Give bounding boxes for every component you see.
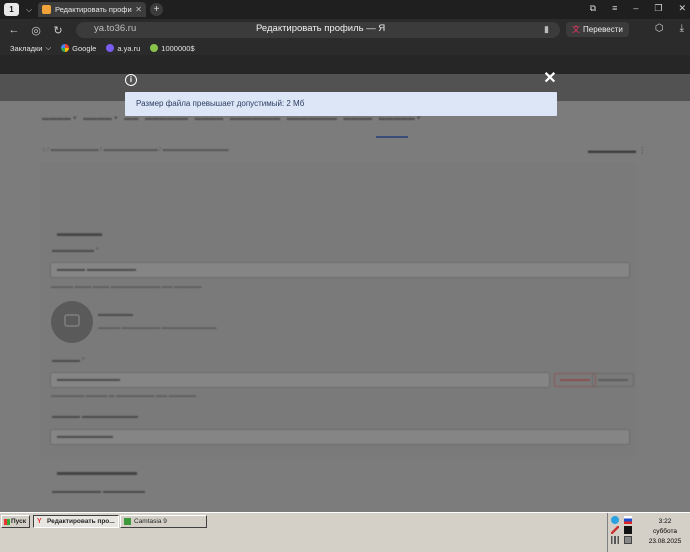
alert-message: Размер файла превышает допустимый: 2 Мб (136, 99, 305, 108)
windows-logo-icon (4, 518, 10, 525)
nickname-field-blurred[interactable]: ▬▬▬▬ ▬▬▬▬▬▬▬ (50, 262, 630, 278)
field-hint-blurred: ▬▬▬▬ ▬▬▬ ▬▬▬ ▬▬▬▬▬▬▬▬▬ ▬▬ ▬▬▬▬▬ (51, 284, 202, 290)
bookmark-icon[interactable]: ▮ (544, 24, 549, 35)
page-title-in-omnibox: Редактировать профиль — Я (256, 23, 386, 34)
preferences-heading-blurred: ▬▬▬▬▬▬▬▬ (57, 467, 137, 478)
bookmark-label: Закладки (10, 43, 43, 53)
task-label: Camtasia 9 (134, 518, 167, 525)
chevron-down-icon: ⌵ (45, 43, 52, 52)
back-arrow-icon[interactable]: ← (6, 24, 22, 36)
browser-tab-active[interactable]: Редактировать профи ✕ (38, 2, 146, 17)
translate-icon: 文 (572, 25, 580, 34)
bookmarks-menu[interactable]: Закладки ⌵ (10, 43, 51, 53)
close-icon[interactable]: ✕ (543, 71, 557, 87)
avatar-placeholder[interactable] (51, 301, 93, 343)
google-icon (61, 44, 70, 52)
section-heading-blurred: ▬▬▬▬▬ (57, 228, 102, 238)
language-flag-icon[interactable] (624, 516, 632, 524)
nav-active-underline (376, 136, 408, 138)
birthday-field-blurred[interactable]: ▬▬▬▬▬▬▬▬ (50, 429, 630, 445)
bookmark-money[interactable]: 1000000$ (150, 43, 195, 53)
tab-counter-button[interactable]: 1 (4, 3, 19, 16)
info-icon: i (125, 74, 137, 86)
gear-icon (150, 44, 159, 52)
tab-title: Редактировать профи (55, 5, 132, 14)
site-favicon-icon (42, 5, 51, 14)
tray-icons (611, 516, 635, 544)
extensions-icon[interactable]: ⬡ (655, 23, 664, 34)
alice-icon (106, 44, 115, 52)
terminal-icon[interactable] (624, 526, 632, 534)
bookmark-aya[interactable]: a.ya.ru (106, 44, 140, 53)
system-tray: 3:22 суббота 23.08.2025 (607, 513, 690, 552)
bookmark-label: a.ya.ru (117, 43, 141, 53)
avatar-label-blurred: ▬▬▬▬▬ (98, 311, 133, 318)
taskbar-item-camtasia[interactable]: Camtasia 9 (120, 515, 207, 528)
birthday-label-blurred: ▬▬▬▬ ▬▬▬▬▬▬▬▬ (52, 413, 138, 420)
new-tab-button[interactable]: + (150, 3, 163, 16)
change-button-blurred[interactable]: ▬▬▬▬▬ (554, 373, 596, 387)
bookmark-google[interactable]: Google (61, 44, 96, 53)
reload-icon[interactable]: ↻ (50, 24, 66, 37)
task-label: Редактировать про... (47, 518, 115, 525)
breadcrumb-blurred: ⌂ / ▬▬▬▬▬▬▬▬ / ▬▬▬▬▬▬▬▬▬ / ▬▬▬▬▬▬▬▬▬▬▬ (42, 147, 229, 153)
yandex-browser-icon: Y (37, 518, 42, 525)
tabs-overview-icon[interactable]: ⧉ (590, 3, 596, 14)
translate-button[interactable]: 文 Перевести (566, 22, 629, 37)
actions-menu-blurred: ▬▬▬▬▬▬ ⋮ (588, 146, 647, 155)
window-controls: ⧉ ≡ – ❐ ✕ (590, 3, 686, 14)
url-text[interactable]: ya.to36.ru (94, 23, 136, 34)
clock-day: суббота (652, 528, 677, 535)
clock[interactable]: 3:22 суббота 23.08.2025 (642, 517, 688, 547)
protect-icon[interactable]: ◎ (28, 24, 44, 37)
tabs-menu-chevron-icon[interactable]: ⌵ (23, 3, 35, 16)
browser-tab-bar: 1 ⌵ Редактировать профи ✕ + ⧉ ≡ – ❐ ✕ (0, 0, 690, 19)
taskbar-item-browser[interactable]: Y Редактировать про... (33, 515, 119, 528)
city-hint-blurred: ▬▬▬▬▬▬ ▬▬▬▬ ▬ ▬▬▬▬▬▬▬ ▬▬ ▬▬▬▬▬ (51, 393, 197, 399)
menu-icon[interactable]: ≡ (612, 3, 617, 14)
favorite-films-label-blurred: ▬▬▬▬▬▬▬ ▬▬▬▬▬▬ (52, 488, 145, 495)
city-field-blurred[interactable]: ▬▬▬▬▬▬▬▬▬ (50, 372, 550, 388)
close-tab-icon[interactable]: ✕ (135, 5, 142, 14)
site-top-bar (0, 55, 690, 74)
download-icon[interactable]: ⤓ (680, 23, 684, 34)
pen-icon[interactable] (611, 526, 619, 534)
clock-date: 23.08.2025 (648, 538, 682, 545)
file-size-alert: Размер файла превышает допустимый: 2 Мб (125, 92, 557, 116)
bookmark-label: Google (72, 43, 97, 53)
translate-label: Перевести (583, 25, 623, 34)
camera-icon (64, 314, 80, 327)
camtasia-icon (124, 518, 131, 525)
field-label-blurred: ▬▬▬▬▬▬ * (52, 247, 99, 254)
minimize-button[interactable]: – (633, 3, 638, 14)
close-window-button[interactable]: ✕ (678, 3, 686, 14)
network-signal-icon[interactable] (611, 536, 619, 544)
volume-icon[interactable] (624, 536, 632, 544)
choose-button-blurred[interactable]: ▬▬▬▬▬ (592, 373, 634, 387)
bookmark-label: 1000000$ (161, 43, 195, 53)
clock-time: 3:22 (658, 518, 672, 525)
city-label-blurred: ▬▬▬▬ * (52, 357, 85, 364)
telegram-icon[interactable] (611, 516, 619, 524)
avatar-hint-blurred: ▬▬▬▬ ▬▬▬▬▬▬▬ ▬▬▬▬▬▬▬▬▬▬ (98, 325, 217, 331)
restore-button[interactable]: ❐ (654, 3, 662, 14)
toolbar-right: ⬡ ⤓ (655, 23, 684, 34)
bookmarks-bar: Закладки ⌵ Google a.ya.ru 1000000$ (0, 41, 690, 55)
start-label: Пуск (11, 518, 26, 525)
taskbar: Пуск Y Редактировать про... Camtasia 9 3… (0, 512, 690, 552)
start-button[interactable]: Пуск (1, 515, 30, 528)
